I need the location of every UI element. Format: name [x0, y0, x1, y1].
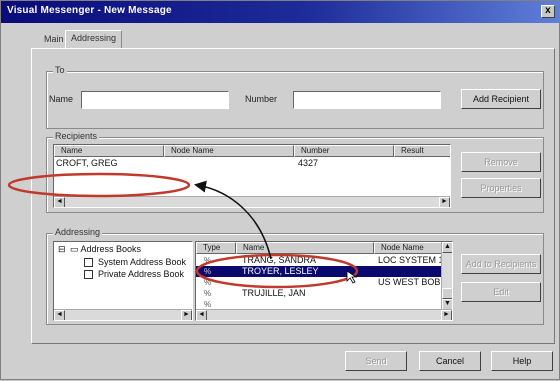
scroll-right-icon[interactable]: ►: [441, 310, 452, 320]
number-field[interactable]: [293, 91, 441, 109]
recipients-hscrollbar[interactable]: ◄ ►: [54, 196, 450, 207]
column-header-result[interactable]: Result: [394, 145, 450, 157]
properties-button[interactable]: Properties: [461, 178, 541, 198]
send-button[interactable]: Send: [345, 351, 407, 371]
folder-icon: ▭: [70, 244, 79, 254]
entry-node: LOC SYSTEM 1: [378, 255, 444, 265]
entries-hscrollbar[interactable]: ◄ ►: [196, 309, 452, 320]
name-label: Name: [49, 94, 74, 104]
window-title: Visual Messenger - New Message: [7, 5, 172, 16]
entry-node: US WEST BOB: [378, 277, 441, 287]
close-icon[interactable]: x: [541, 5, 555, 18]
scroll-right-icon[interactable]: ►: [181, 310, 192, 320]
address-entries-list[interactable]: Type Name Node Name % TRANG, SANDRA LOC …: [195, 241, 453, 321]
scroll-left-icon[interactable]: ◄: [54, 197, 65, 207]
add-to-recipients-button[interactable]: Add to Recipients: [461, 254, 541, 274]
title-bar: Visual Messenger - New Message x: [1, 1, 559, 23]
address-books-label: Address Books: [80, 244, 142, 254]
entry-type-icon: %: [204, 256, 212, 265]
remove-button[interactable]: Remove: [461, 152, 541, 172]
entry-type-icon: %: [204, 278, 212, 287]
entry-type-icon: %: [204, 289, 212, 298]
recipient-number: 4327: [298, 158, 319, 168]
recipients-group-label: Recipients: [53, 131, 100, 141]
scroll-up-icon[interactable]: ▲: [442, 242, 452, 253]
add-recipient-button[interactable]: Add Recipient: [461, 89, 541, 109]
scroll-thumb[interactable]: [442, 288, 452, 299]
cancel-button[interactable]: Cancel: [419, 351, 481, 371]
entry-name[interactable]: TRANG, SANDRA: [242, 255, 316, 265]
scroll-right-icon[interactable]: ►: [439, 197, 450, 207]
entry-name[interactable]: TRUJILLE, JAN: [242, 288, 306, 298]
column-header-node-name[interactable]: Node Name: [374, 242, 444, 254]
name-field[interactable]: [81, 91, 229, 109]
entry-name-selected[interactable]: TROYER, LESLEY: [242, 266, 319, 276]
recipients-group: Recipients Name Node Name Number Result …: [46, 131, 544, 213]
book-icon: [84, 258, 93, 267]
recipients-list[interactable]: Name Node Name Number Result CROFT, GREG…: [53, 144, 451, 208]
scroll-left-icon[interactable]: ◄: [196, 310, 207, 320]
tab-addressing[interactable]: Addressing: [65, 30, 123, 49]
column-header-name[interactable]: Name: [54, 145, 164, 157]
private-address-book[interactable]: Private Address Book: [98, 269, 184, 279]
addressing-group-label: Addressing: [53, 227, 103, 237]
number-label: Number: [245, 94, 278, 104]
entries-vscrollbar[interactable]: ▲ ▼: [441, 242, 452, 310]
to-group-label: To: [53, 65, 67, 75]
edit-button[interactable]: Edit: [461, 282, 541, 302]
addressing-panel: To Name Number Add Recipient Recipients …: [31, 48, 555, 344]
selected-row-highlight[interactable]: [196, 266, 442, 277]
tree-expand-icon[interactable]: ⊟: [58, 244, 66, 255]
column-header-number[interactable]: Number: [294, 145, 394, 157]
book-icon: [84, 270, 93, 279]
recipient-name[interactable]: CROFT, GREG: [56, 158, 118, 168]
column-header-node-name[interactable]: Node Name: [164, 145, 294, 157]
to-group: To Name Number Add Recipient: [46, 65, 544, 129]
entry-type-icon: %: [204, 300, 212, 309]
help-button[interactable]: Help: [491, 351, 553, 371]
column-header-type[interactable]: Type: [196, 242, 236, 254]
system-address-book[interactable]: System Address Book: [98, 257, 186, 267]
column-header-name[interactable]: Name: [236, 242, 374, 254]
entry-type-icon: %: [204, 267, 212, 276]
tree-hscrollbar[interactable]: ◄ ►: [54, 309, 192, 320]
address-books-node[interactable]: ▭ Address Books: [70, 244, 141, 255]
addressing-group: Addressing ⊟ ▭ Address Books System Addr…: [46, 227, 544, 325]
message-window: Visual Messenger - New Message x Main Ad…: [0, 0, 560, 380]
scroll-left-icon[interactable]: ◄: [54, 310, 65, 320]
address-book-tree[interactable]: ⊟ ▭ Address Books System Address Book Pr…: [53, 241, 193, 321]
